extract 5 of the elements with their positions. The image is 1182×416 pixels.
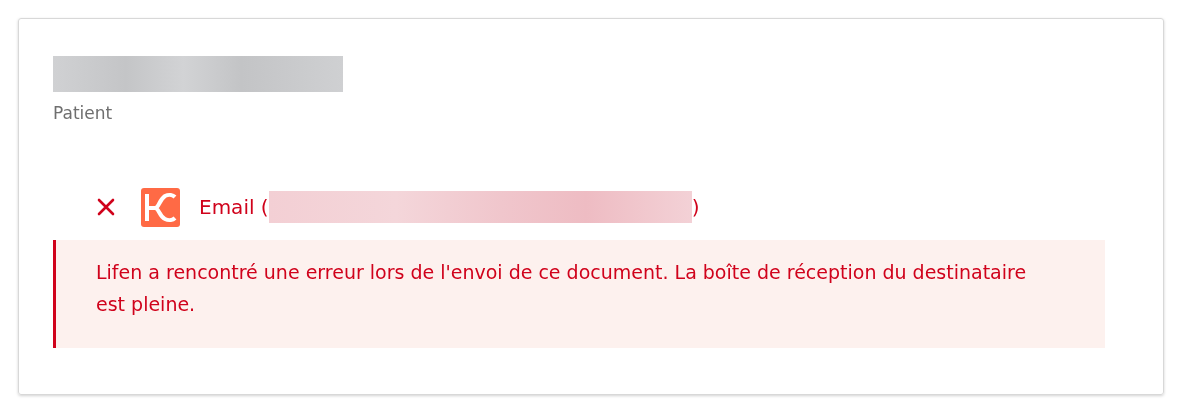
error-message: Lifen a rencontré une erreur lors de l'envoi de ce document. La boîte de réception du destinataire est pleine.	[96, 260, 1028, 317]
logo-icon	[141, 187, 180, 227]
channel-label: Email (	[199, 194, 269, 221]
channel-label-end: )	[691, 194, 700, 221]
recipient-role: Patient	[53, 102, 113, 125]
